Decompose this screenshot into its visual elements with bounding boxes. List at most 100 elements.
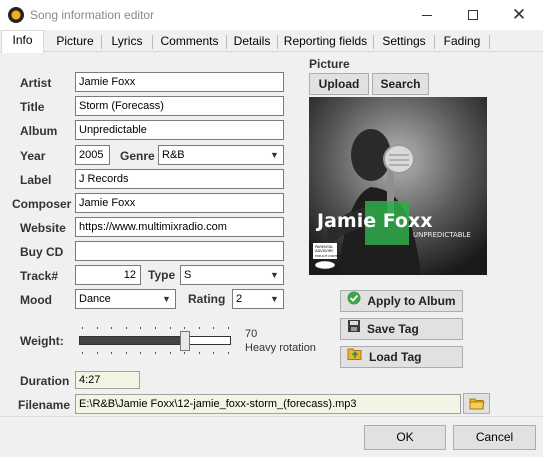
chevron-down-icon: ▼ bbox=[270, 150, 279, 160]
track-label: Track# bbox=[20, 269, 59, 283]
tab-settings[interactable]: Settings bbox=[374, 32, 435, 52]
tab-label: Reporting fields bbox=[283, 34, 368, 48]
picture-label: Picture bbox=[309, 57, 350, 71]
slider-tick bbox=[155, 352, 156, 354]
weight-value: 70 bbox=[245, 328, 258, 340]
title-label: Title bbox=[20, 100, 45, 114]
cancel-button[interactable]: Cancel bbox=[453, 425, 536, 450]
apply-to-album-button[interactable]: Apply to Album bbox=[340, 290, 463, 312]
tab-separator bbox=[489, 35, 490, 49]
check-icon bbox=[347, 291, 361, 311]
advisory-line-2: ADVISORY bbox=[315, 249, 334, 253]
load-tag-button[interactable]: Load Tag bbox=[340, 346, 463, 368]
duration-field: 4:27 bbox=[75, 371, 140, 389]
minimize-icon bbox=[422, 15, 432, 16]
slider-tick bbox=[170, 352, 171, 354]
slider-tick bbox=[228, 327, 229, 329]
weight-slider-track[interactable] bbox=[79, 336, 231, 345]
slider-tick bbox=[82, 327, 83, 329]
upload-button[interactable]: Upload bbox=[309, 73, 369, 95]
slider-tick bbox=[111, 352, 112, 354]
tab-label: Fading bbox=[443, 34, 481, 48]
tab-label: Comments bbox=[160, 34, 219, 48]
slider-tick bbox=[228, 352, 229, 354]
tab-label: Info bbox=[12, 33, 33, 47]
tab-label: Settings bbox=[382, 34, 426, 48]
chevron-down-icon: ▼ bbox=[162, 294, 171, 304]
tab-reporting-fields[interactable]: Reporting fields bbox=[278, 32, 374, 52]
mood-select[interactable]: Dance ▼ bbox=[75, 289, 176, 309]
cover-artist-text: Jamie Foxx bbox=[315, 210, 432, 232]
slider-tick bbox=[213, 352, 214, 354]
slider-tick bbox=[97, 352, 98, 354]
close-button[interactable]: ✕ bbox=[496, 0, 542, 30]
minimize-button[interactable] bbox=[404, 0, 450, 30]
filename-label: Filename bbox=[18, 398, 71, 412]
tab-lyrics[interactable]: Lyrics bbox=[102, 32, 153, 52]
browse-file-button[interactable] bbox=[463, 393, 490, 414]
tab-details[interactable]: Details bbox=[227, 32, 278, 52]
tab-picture[interactable]: Picture bbox=[49, 32, 102, 52]
genre-value: R&B bbox=[162, 149, 185, 161]
website-field[interactable]: https://www.multimixradio.com bbox=[75, 217, 284, 237]
slider-tick bbox=[82, 352, 83, 354]
save-tag-button[interactable]: Save Tag bbox=[340, 318, 463, 340]
tab-label: Picture bbox=[56, 34, 94, 48]
album-cover-art: Jamie Foxx UNPREDICTABLE PARENTAL ADVISO… bbox=[309, 97, 487, 275]
duration-label: Duration bbox=[20, 374, 70, 388]
album-label: Album bbox=[20, 124, 58, 138]
year-field[interactable]: 2005 bbox=[75, 145, 110, 165]
slider-tick bbox=[199, 327, 200, 329]
tab-label: Lyrics bbox=[111, 34, 143, 48]
weight-label: Weight: bbox=[20, 334, 64, 348]
search-button[interactable]: Search bbox=[372, 73, 429, 95]
tab-strip: Info Picture Lyrics Comments Details Rep… bbox=[0, 30, 543, 53]
apply-to-album-label: Apply to Album bbox=[367, 294, 456, 308]
save-tag-label: Save Tag bbox=[367, 322, 419, 336]
slider-tick bbox=[126, 352, 127, 354]
buycd-label: Buy CD bbox=[20, 245, 64, 259]
weight-slider-thumb[interactable] bbox=[180, 331, 190, 351]
chevron-down-icon: ▼ bbox=[270, 294, 279, 304]
tab-info[interactable]: Info bbox=[1, 30, 44, 53]
close-icon: ✕ bbox=[511, 5, 527, 24]
website-label: Website bbox=[20, 221, 66, 235]
slider-tick bbox=[170, 327, 171, 329]
rating-label: Rating bbox=[188, 292, 226, 306]
type-label: Type bbox=[148, 268, 176, 282]
composer-label: Composer bbox=[12, 197, 72, 211]
weight-slider-fill bbox=[185, 337, 230, 344]
slider-tick bbox=[126, 327, 127, 329]
buycd-field[interactable] bbox=[75, 241, 284, 261]
album-field[interactable]: Unpredictable bbox=[75, 120, 284, 140]
tab-fading[interactable]: Fading bbox=[435, 32, 490, 52]
rating-value: 2 bbox=[236, 293, 243, 305]
tab-comments[interactable]: Comments bbox=[153, 32, 227, 52]
track-field[interactable]: 12 bbox=[75, 265, 141, 285]
slider-tick bbox=[155, 327, 156, 329]
mood-label: Mood bbox=[20, 293, 52, 307]
type-value: S bbox=[184, 269, 192, 281]
maximize-button[interactable] bbox=[450, 0, 496, 30]
window-title: Song information editor bbox=[30, 8, 155, 22]
genre-select[interactable]: R&B ▼ bbox=[158, 145, 284, 165]
title-field[interactable]: Storm (Forecass) bbox=[75, 96, 284, 116]
slider-tick bbox=[140, 352, 141, 354]
composer-field[interactable]: Jamie Foxx bbox=[75, 193, 284, 213]
load-tag-label: Load Tag bbox=[369, 350, 422, 364]
rating-select[interactable]: 2 ▼ bbox=[232, 289, 284, 309]
type-select[interactable]: S ▼ bbox=[180, 265, 284, 285]
filename-field: E:\R&B\Jamie Foxx\12-jamie_foxx-storm_(f… bbox=[75, 394, 461, 414]
year-label: Year bbox=[20, 149, 46, 163]
maximize-icon bbox=[468, 10, 478, 20]
ok-button[interactable]: OK bbox=[364, 425, 446, 450]
tab-label: Details bbox=[233, 34, 271, 48]
artist-field[interactable]: Jamie Foxx bbox=[75, 72, 284, 92]
weight-caption: Heavy rotation bbox=[245, 342, 316, 354]
album-cover: Jamie Foxx UNPREDICTABLE PARENTAL ADVISO… bbox=[309, 97, 487, 275]
folder-icon bbox=[469, 398, 485, 410]
label-label: Label bbox=[20, 173, 52, 187]
app-icon bbox=[8, 7, 24, 23]
load-folder-icon bbox=[347, 347, 363, 367]
record-label-field[interactable]: J Records bbox=[75, 169, 284, 189]
